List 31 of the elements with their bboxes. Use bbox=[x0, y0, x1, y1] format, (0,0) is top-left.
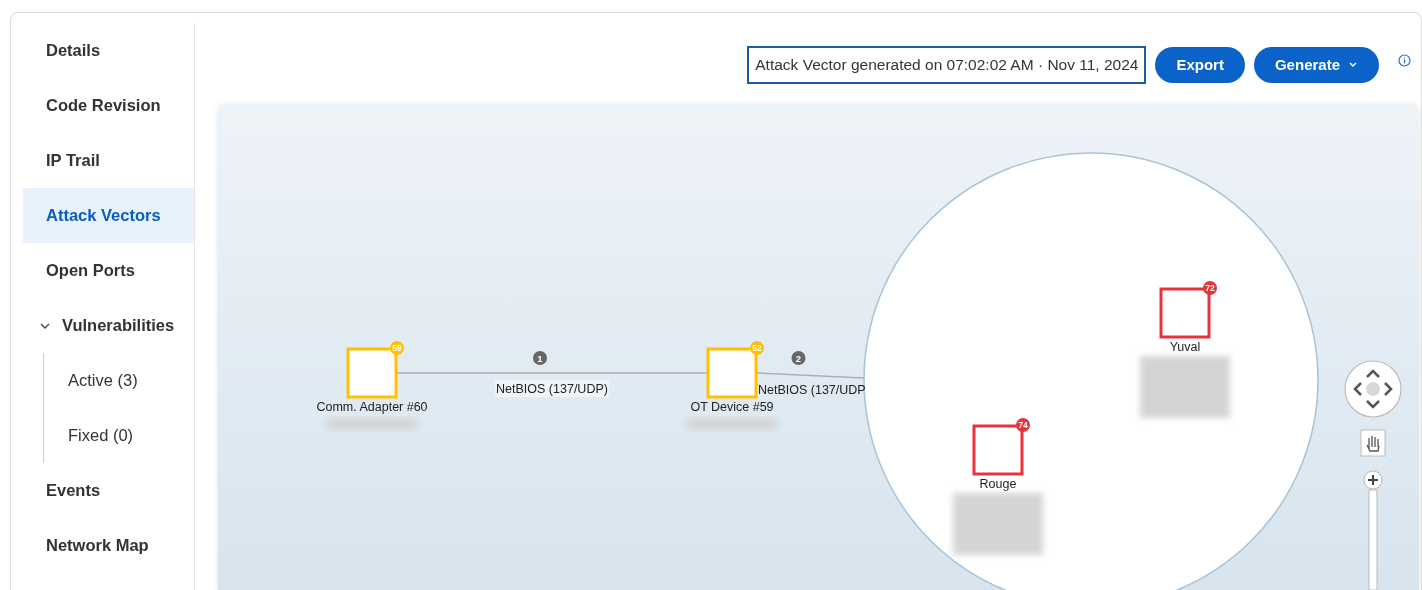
sidebar-item[interactable]: Details bbox=[23, 23, 194, 78]
score-badge: 59 bbox=[390, 341, 404, 355]
generated-timestamp: Attack Vector generated on 07:02:02 AM · Nov 11, 2024 bbox=[747, 45, 1147, 84]
node-label: Rouge bbox=[979, 477, 1017, 491]
score-badge: 72 bbox=[1203, 281, 1217, 295]
generate-button[interactable]: Generate bbox=[1253, 46, 1379, 83]
step-number-badge: 2 bbox=[791, 351, 806, 365]
sidebar-item[interactable]: Vulnerabilities bbox=[23, 298, 194, 353]
node-label: Yuval bbox=[1169, 340, 1201, 354]
node-label: OT Device #59 bbox=[690, 400, 774, 414]
node-label: Comm. Adapter #60 bbox=[316, 400, 428, 414]
step-number-badge: 1 bbox=[533, 351, 547, 365]
hand-tool-icon[interactable] bbox=[1360, 429, 1386, 457]
export-button[interactable]: Export bbox=[1155, 46, 1245, 83]
sidebar-item[interactable]: Network Map bbox=[23, 518, 194, 573]
sidebar-item[interactable]: Active (3) bbox=[44, 353, 194, 408]
sidebar-item[interactable]: IP Trail bbox=[23, 133, 194, 188]
sidebar-item[interactable]: Code Revision bbox=[23, 78, 194, 133]
sidebar-item[interactable]: Open Ports bbox=[23, 243, 194, 298]
edge-label: NetBIOS (137/UDP bbox=[758, 383, 866, 397]
sidebar-item[interactable]: Attack Vectors bbox=[23, 188, 194, 243]
score-badge: 74 bbox=[1016, 418, 1030, 432]
caret-icon bbox=[1348, 60, 1358, 69]
score-badge: 52 bbox=[750, 341, 764, 355]
zoom-track[interactable] bbox=[1368, 489, 1378, 590]
zoom-in-button[interactable] bbox=[1363, 470, 1383, 490]
sidebar-item[interactable]: Fixed (0) bbox=[44, 408, 194, 463]
sidebar-item[interactable]: Events bbox=[23, 463, 194, 518]
info-icon[interactable] bbox=[1398, 54, 1411, 67]
pan-control[interactable] bbox=[1344, 360, 1402, 418]
edge-label: NetBIOS (137/UDP) bbox=[496, 382, 608, 396]
